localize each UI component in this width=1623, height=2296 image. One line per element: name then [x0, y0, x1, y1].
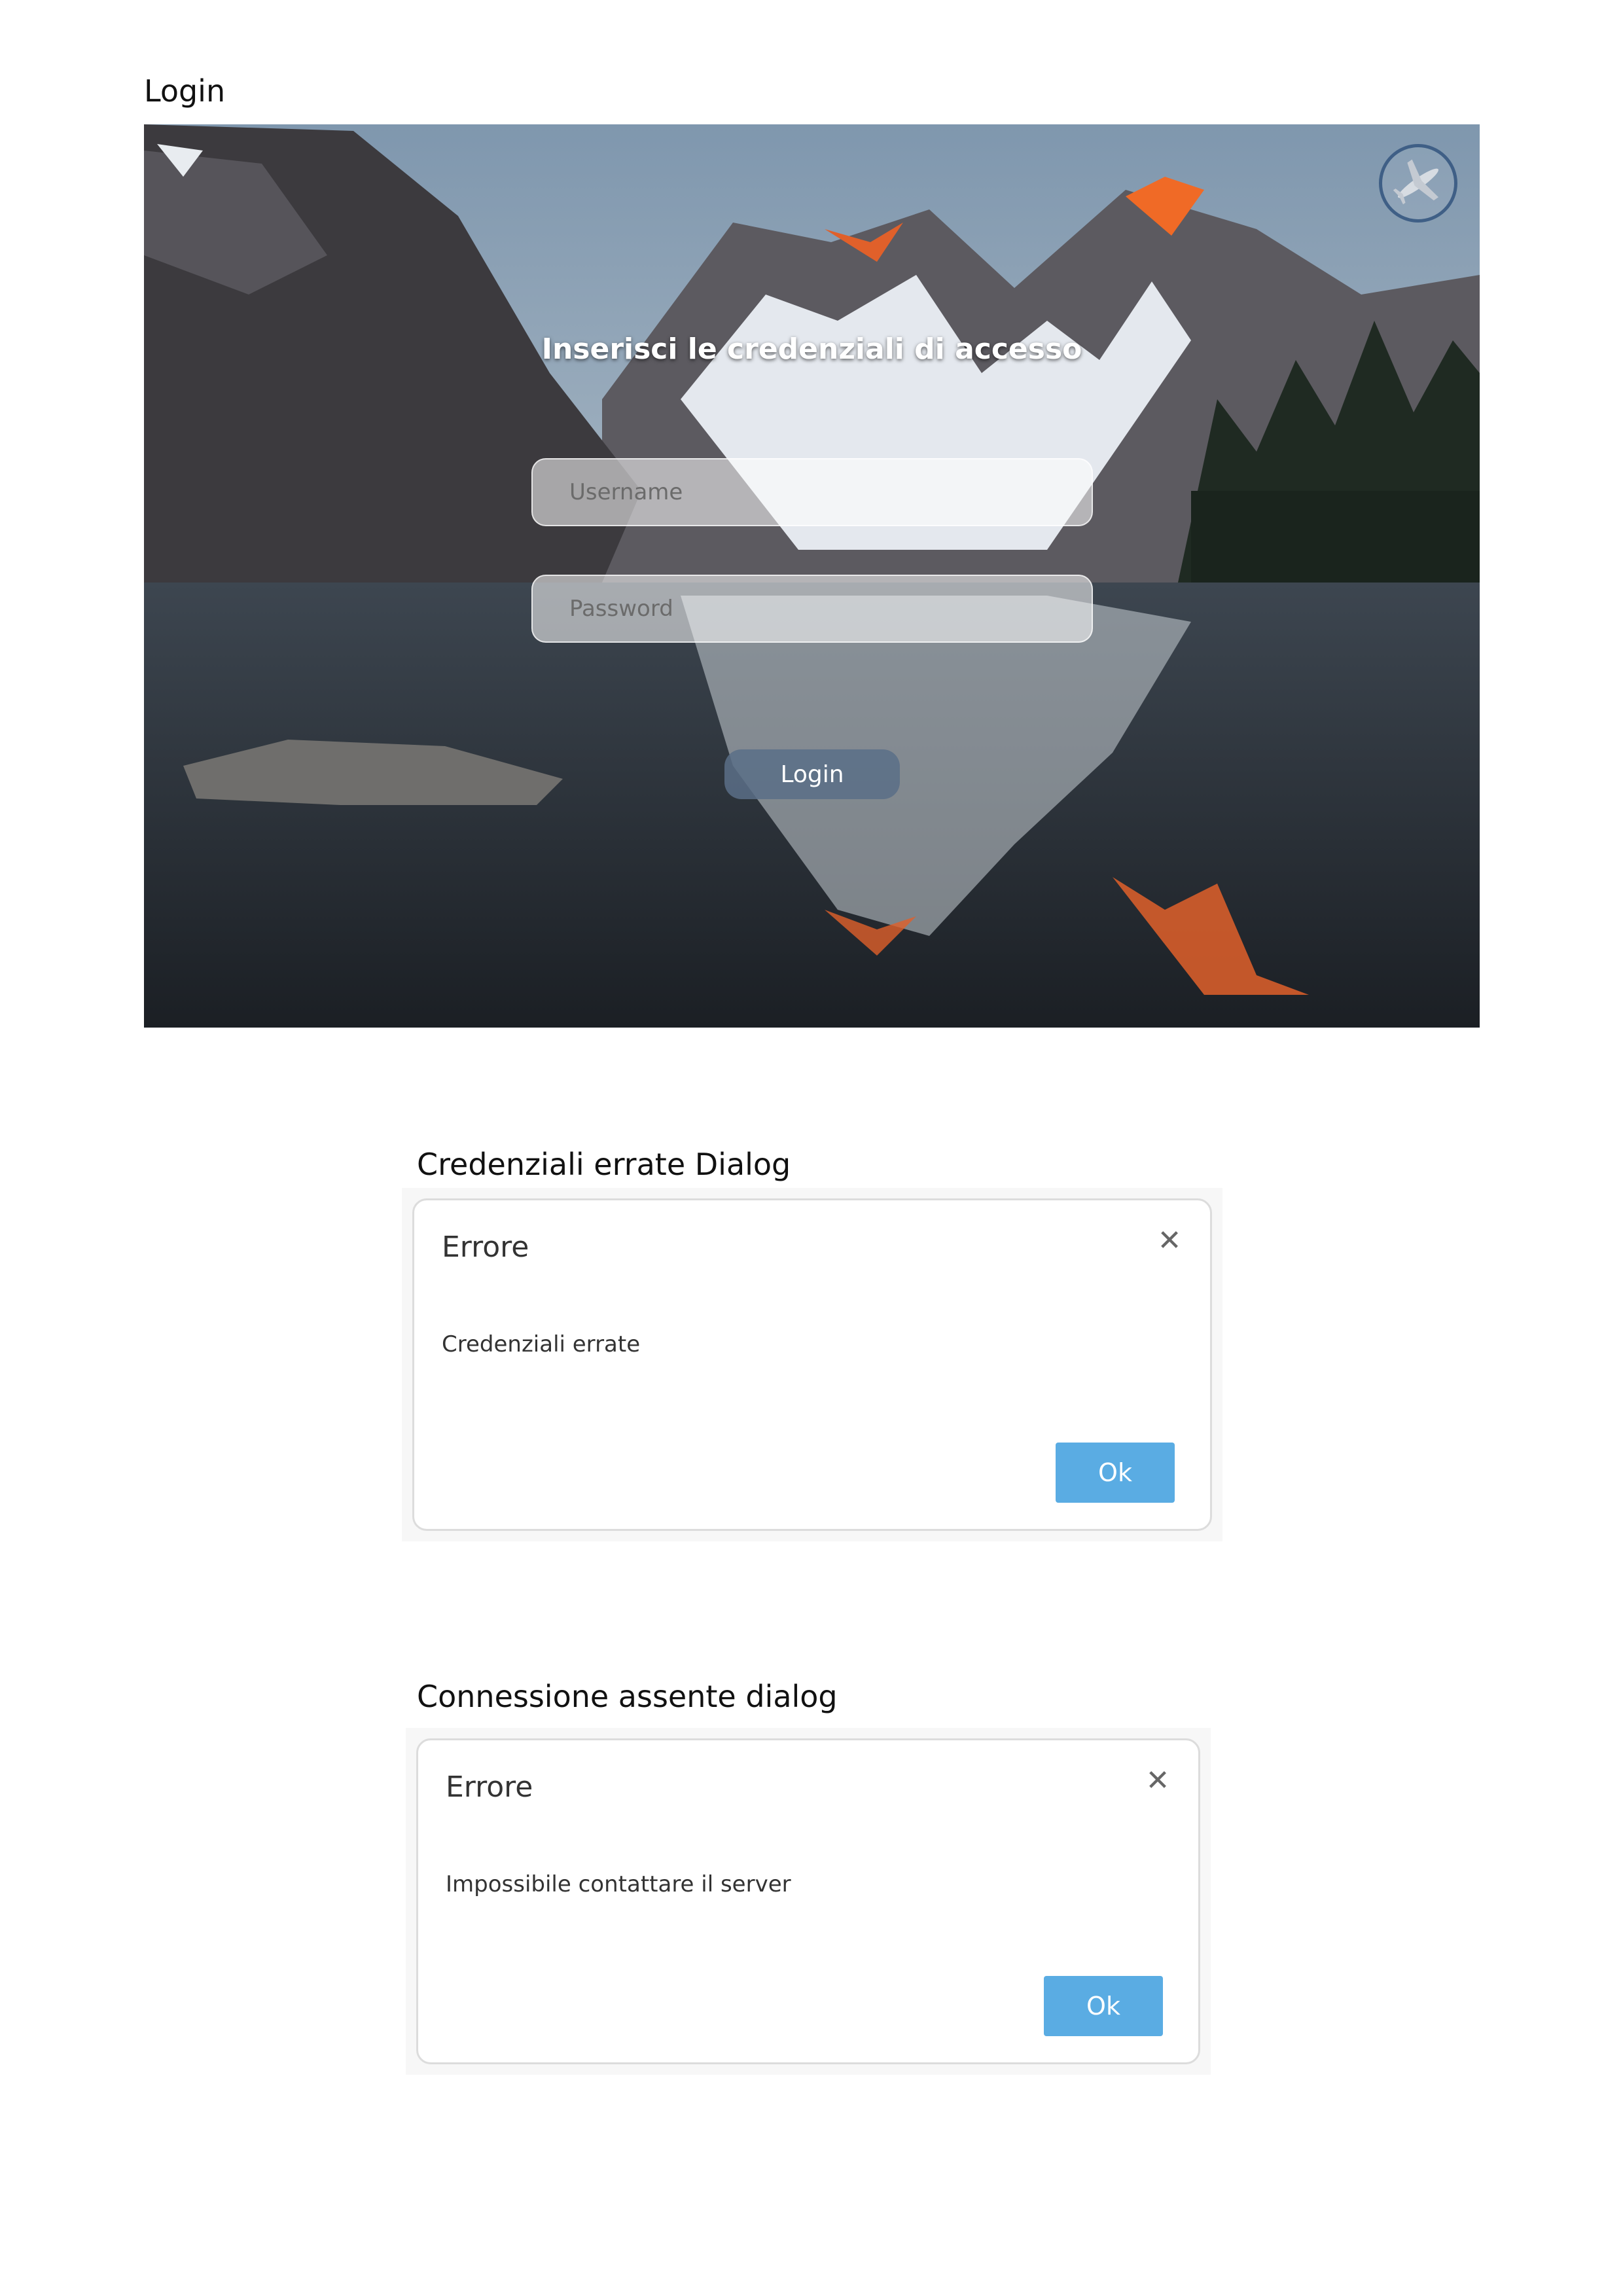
login-heading: Inserisci le credenziali di accesso [541, 332, 1082, 366]
credentials-error-dialog: Errore ✕ Credenziali errate Ok [412, 1198, 1212, 1531]
login-section-title: Login [144, 73, 226, 109]
dialog-title: Errore [442, 1230, 529, 1264]
connection-error-dialog: Errore ✕ Impossibile contattare il serve… [416, 1738, 1200, 2064]
ok-button[interactable]: Ok [1056, 1443, 1175, 1503]
connection-dialog-frame: Errore ✕ Impossibile contattare il serve… [406, 1728, 1211, 2075]
password-input[interactable] [531, 575, 1093, 643]
credentials-dialog-section-title: Credenziali errate Dialog [417, 1147, 791, 1182]
close-icon[interactable]: ✕ [1143, 1767, 1172, 1795]
dialog-title: Errore [446, 1770, 533, 1804]
ok-button[interactable]: Ok [1044, 1976, 1163, 2036]
close-icon[interactable]: ✕ [1155, 1227, 1184, 1255]
connection-dialog-section-title: Connessione assente dialog [417, 1679, 838, 1714]
username-input[interactable] [531, 458, 1093, 526]
airplane-logo-icon [1379, 144, 1457, 223]
login-screen: Inserisci le credenziali di accesso Logi… [144, 124, 1480, 1028]
dialog-message: Credenziali errate [442, 1331, 641, 1357]
login-button[interactable]: Login [724, 749, 900, 799]
credentials-dialog-frame: Errore ✕ Credenziali errate Ok [402, 1188, 1222, 1541]
dialog-message: Impossibile contattare il server [446, 1871, 791, 1897]
airplane-icon [1393, 159, 1439, 205]
